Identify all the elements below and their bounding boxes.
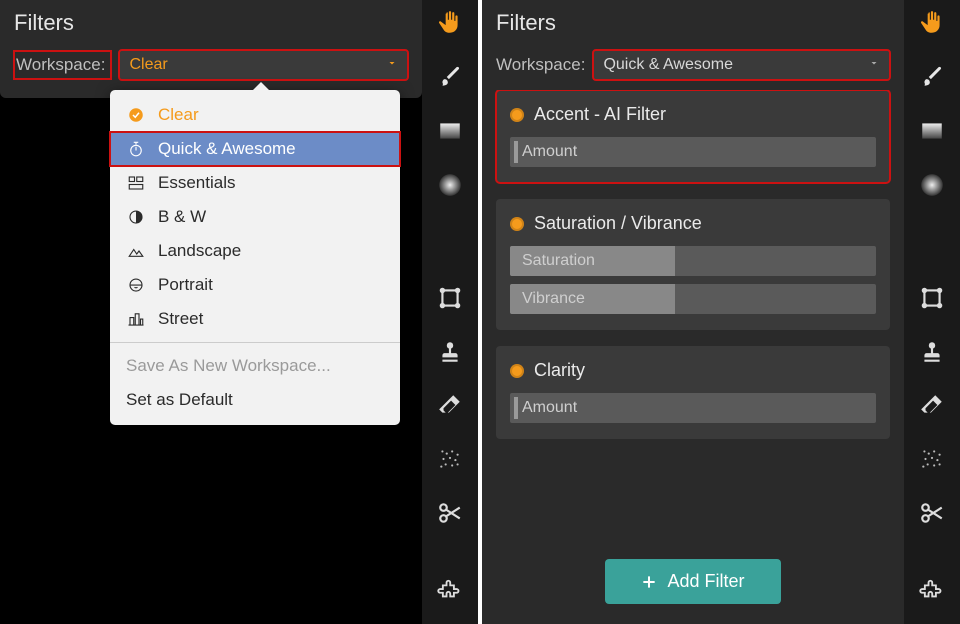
add-filter-button[interactable]: Add Filter — [605, 559, 780, 604]
dropdown-item-clear[interactable]: Clear — [110, 98, 400, 132]
dropdown-item-landscape[interactable]: Landscape — [110, 234, 400, 268]
filter-enabled-dot[interactable] — [510, 364, 524, 378]
slider-amount[interactable]: Amount — [510, 137, 876, 167]
slider-vibrance[interactable]: Vibrance — [510, 284, 876, 314]
dropdown-item-label: B & W — [158, 207, 206, 227]
filters-header: Filters — [482, 0, 904, 44]
filters-title: Filters — [14, 10, 74, 36]
tool-strip — [422, 0, 478, 624]
brush-tool-icon[interactable] — [915, 62, 949, 92]
workspace-value: Quick & Awesome — [603, 56, 733, 74]
filter-card-saturation-vibrance[interactable]: Saturation / Vibrance Saturation Vibranc… — [496, 199, 890, 330]
filter-card-accent-ai[interactable]: Accent - AI Filter Amount — [496, 90, 890, 183]
eraser-tool-icon[interactable] — [915, 391, 949, 421]
stopwatch-icon — [126, 139, 146, 159]
filter-enabled-dot[interactable] — [510, 108, 524, 122]
workspace-selector[interactable]: Clear — [119, 50, 408, 80]
plus-icon — [641, 574, 657, 590]
add-filter-label: Add Filter — [667, 571, 744, 592]
filter-name: Clarity — [534, 360, 585, 381]
plugin-icon[interactable] — [433, 576, 467, 606]
header-icons — [854, 14, 890, 32]
dropdown-item-quick-awesome[interactable]: Quick & Awesome — [110, 132, 400, 166]
tool-strip — [904, 0, 960, 624]
slider-label: Vibrance — [510, 290, 585, 308]
crop-tool-icon[interactable] — [915, 283, 949, 313]
chevron-down-icon — [386, 56, 398, 74]
filter-enabled-dot[interactable] — [510, 217, 524, 231]
workspace-label: Workspace: — [14, 51, 111, 79]
noise-tool-icon[interactable] — [915, 444, 949, 474]
dropdown-item-label: Essentials — [158, 173, 235, 193]
filter-name: Saturation / Vibrance — [534, 213, 702, 234]
radial-tool-icon[interactable] — [433, 170, 467, 200]
slider-label: Amount — [510, 399, 577, 417]
face-icon — [126, 275, 146, 295]
filter-name: Accent - AI Filter — [534, 104, 666, 125]
header-icons — [372, 14, 408, 32]
filter-list: Accent - AI Filter Amount Saturation / V… — [482, 90, 904, 543]
workspace-label: Workspace: — [496, 55, 585, 75]
dropdown-item-portrait[interactable]: Portrait — [110, 268, 400, 302]
eraser-tool-icon[interactable] — [433, 391, 467, 421]
gradient-tool-icon[interactable] — [433, 116, 467, 146]
slider-label: Saturation — [510, 252, 595, 270]
gradient-tool-icon[interactable] — [915, 116, 949, 146]
slider-label: Amount — [510, 143, 577, 161]
mountain-icon — [126, 241, 146, 261]
workspace-dropdown: Clear Quick & Awesome Essentials B & W L… — [110, 90, 400, 425]
filters-title: Filters — [496, 10, 556, 36]
dropdown-item-bw[interactable]: B & W — [110, 200, 400, 234]
noise-tool-icon[interactable] — [433, 444, 467, 474]
plugin-icon[interactable] — [915, 576, 949, 606]
chevron-down-icon — [868, 56, 880, 74]
stamp-tool-icon[interactable] — [915, 337, 949, 367]
dropdown-item-label: Street — [158, 309, 203, 329]
dropdown-item-label: Landscape — [158, 241, 241, 261]
hand-tool-icon[interactable] — [915, 8, 949, 38]
workspace-value: Clear — [129, 56, 167, 74]
scissors-tool-icon[interactable] — [915, 498, 949, 528]
workspace-selector[interactable]: Quick & Awesome — [593, 50, 890, 80]
slider-saturation[interactable]: Saturation — [510, 246, 876, 276]
dropdown-item-save-workspace[interactable]: Save As New Workspace... — [110, 349, 400, 383]
dropdown-item-essentials[interactable]: Essentials — [110, 166, 400, 200]
brush-tool-icon[interactable] — [433, 62, 467, 92]
dropdown-item-set-default[interactable]: Set as Default — [110, 383, 400, 417]
radial-tool-icon[interactable] — [915, 170, 949, 200]
crop-tool-icon[interactable] — [433, 283, 467, 313]
half-circle-icon — [126, 207, 146, 227]
dropdown-item-label: Save As New Workspace... — [126, 356, 331, 376]
buildings-icon — [126, 309, 146, 329]
slider-amount[interactable]: Amount — [510, 393, 876, 423]
dropdown-separator — [110, 342, 400, 343]
dropdown-item-label: Quick & Awesome — [158, 139, 296, 159]
scissors-tool-icon[interactable] — [433, 498, 467, 528]
dropdown-item-label: Clear — [158, 105, 199, 125]
sliders-icon — [126, 173, 146, 193]
dropdown-item-street[interactable]: Street — [110, 302, 400, 336]
dropdown-item-label: Portrait — [158, 275, 213, 295]
dropdown-item-label: Set as Default — [126, 390, 233, 410]
stamp-tool-icon[interactable] — [433, 337, 467, 367]
filters-header: Filters — [0, 0, 422, 44]
check-circle-icon — [126, 105, 146, 125]
hand-tool-icon[interactable] — [433, 8, 467, 38]
filter-card-clarity[interactable]: Clarity Amount — [496, 346, 890, 439]
